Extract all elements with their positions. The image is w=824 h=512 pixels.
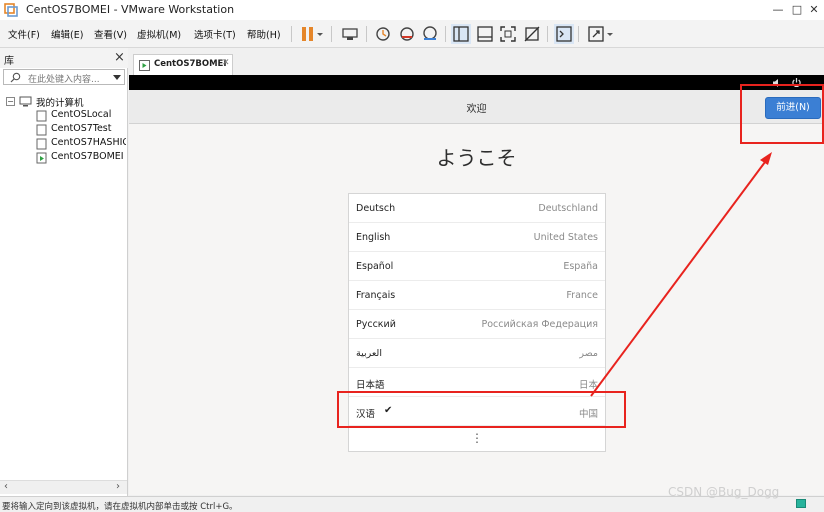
scroll-left-icon[interactable]: ‹: [4, 481, 8, 492]
computer-icon: [19, 96, 32, 107]
language-name: Español: [356, 261, 394, 272]
stretch-guest-icon[interactable]: [586, 24, 606, 44]
vm-tab-label: CentOS7BOMEI: [154, 59, 227, 69]
installer-header-title: 欢迎: [466, 104, 487, 115]
language-name: العربية: [356, 348, 382, 359]
unity-mode-icon[interactable]: [522, 24, 542, 44]
full-screen-icon[interactable]: [498, 24, 518, 44]
send-ctrl-alt-del-icon[interactable]: [340, 24, 360, 44]
language-name: Français: [356, 290, 396, 301]
device-status-icon[interactable]: [796, 499, 806, 508]
library-scrollbar[interactable]: ‹ ›: [0, 480, 127, 494]
thumbnail-bar-icon[interactable]: [475, 24, 495, 44]
search-dropdown-icon[interactable]: [112, 74, 122, 82]
vm-label: CentOSLocal: [51, 109, 112, 120]
vm-tab[interactable]: CentOS7BOMEI ✕: [133, 54, 233, 75]
language-region: United States: [533, 232, 598, 243]
library-panel: 库 × 在此处键入内容... − 我的计算机 CentOSLocal CentO…: [0, 48, 128, 496]
vm-icon: [36, 110, 47, 122]
vm-icon: [36, 124, 47, 136]
vm-icon: [36, 138, 47, 150]
installer-header: 欢迎: [129, 90, 824, 124]
menu-toolbar: 文件(F) 编辑(E) 查看(V) 虚拟机(M) 选项卡(T) 帮助(H): [0, 20, 824, 48]
menu-help[interactable]: 帮助(H): [247, 27, 281, 41]
search-placeholder: 在此处键入内容...: [28, 75, 100, 85]
status-text: 要将输入定向到该虚拟机，请在虚拟机内部单击或按 Ctrl+G。: [2, 502, 238, 512]
language-region: 日本: [578, 380, 598, 391]
language-row[interactable]: العربية مصر: [349, 339, 605, 368]
close-window-button[interactable]: ✕: [800, 0, 824, 20]
language-row[interactable]: Français France: [349, 281, 605, 310]
toolbar-separator: [547, 26, 548, 42]
tree-vm-item[interactable]: CentOS7HASHIC: [36, 137, 126, 151]
language-name: Deutsch: [356, 203, 396, 214]
snapshot-icon[interactable]: [373, 24, 393, 44]
guest-console[interactable]: 欢迎 前进(N) ようこそ Deutsch Deutschland Englis…: [129, 75, 824, 495]
annotation-box-language: [337, 391, 626, 428]
vm-running-icon: [139, 60, 150, 71]
library-header: 库 ×: [0, 48, 128, 68]
language-region: France: [566, 290, 598, 301]
more-languages-button[interactable]: ⋮: [349, 426, 605, 451]
search-icon: [10, 72, 21, 83]
guest-top-bar: [129, 75, 824, 90]
toolbar-separator: [291, 26, 292, 42]
toolbar-separator: [445, 26, 446, 42]
language-row[interactable]: English United States: [349, 223, 605, 252]
window-title: CentOS7BOMEI - VMware Workstation: [26, 3, 235, 16]
library-close-button[interactable]: ×: [114, 50, 125, 65]
vm-label: CentOS7HASHIC: [51, 137, 126, 148]
language-name: English: [356, 232, 391, 243]
vm-tab-close-button[interactable]: ✕: [222, 58, 230, 68]
menu-file[interactable]: 文件(F): [8, 27, 40, 41]
language-region: España: [563, 261, 598, 272]
library-search-input[interactable]: 在此处键入内容...: [3, 69, 125, 85]
scroll-right-icon[interactable]: ›: [116, 481, 120, 492]
snapshot-manager-icon[interactable]: [420, 24, 440, 44]
vm-running-icon: [36, 152, 47, 164]
console-view-icon[interactable]: [554, 24, 574, 44]
pause-dropdown-icon[interactable]: [314, 24, 326, 44]
menu-tabs[interactable]: 选项卡(T): [194, 27, 236, 41]
toolbar-separator: [331, 26, 332, 42]
title-bar: CentOS7BOMEI - VMware Workstation — □ ✕: [0, 0, 824, 20]
menu-edit[interactable]: 编辑(E): [51, 27, 83, 41]
show-library-icon[interactable]: [451, 24, 471, 44]
vm-label: CentOS7BOMEI: [51, 151, 124, 162]
language-region: Deutschland: [538, 203, 598, 214]
tree-vm-item-active[interactable]: CentOS7BOMEI: [36, 151, 126, 165]
vm-tab-bar: CentOS7BOMEI ✕: [129, 48, 824, 75]
toolbar-separator: [578, 26, 579, 42]
language-row[interactable]: Deutsch Deutschland: [349, 194, 605, 223]
csdn-watermark: CSDN @Bug_Dogg: [668, 485, 780, 499]
welcome-heading: ようこそ: [436, 146, 517, 170]
language-name: 日本語: [356, 380, 385, 391]
language-region: مصر: [579, 348, 598, 359]
vmware-logo-icon: [4, 3, 18, 17]
collapse-toggle-icon[interactable]: −: [6, 97, 15, 106]
vm-label: CentOS7Test: [51, 123, 112, 134]
toolbar-separator: [366, 26, 367, 42]
language-region: Российская Федерация: [481, 319, 599, 330]
menu-vm[interactable]: 虚拟机(M): [137, 27, 181, 41]
menu-view[interactable]: 查看(V): [94, 27, 127, 41]
tree-root-label: 我的计算机: [36, 98, 84, 109]
revert-snapshot-icon[interactable]: [397, 24, 417, 44]
stretch-dropdown-icon[interactable]: [604, 24, 616, 44]
library-title: 库: [4, 56, 14, 67]
language-row[interactable]: Русский Российская Федерация: [349, 310, 605, 339]
language-name: Русский: [356, 319, 396, 330]
annotation-box-next: [740, 84, 824, 144]
language-row[interactable]: Español España: [349, 252, 605, 281]
